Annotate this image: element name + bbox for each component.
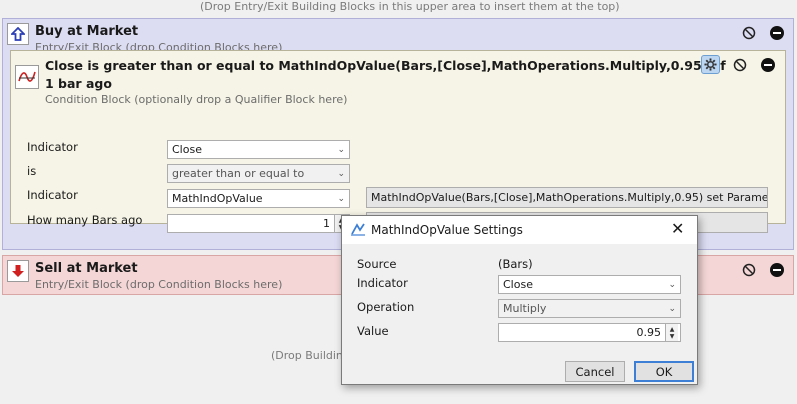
- indicator2-label: Indicator: [27, 188, 78, 202]
- top-drop-hint: (Drop Entry/Exit Building Blocks in this…: [200, 0, 620, 13]
- gear-icon: [704, 58, 717, 71]
- is-label: is: [27, 164, 37, 178]
- value-input[interactable]: 0.95 ▲ ▼: [498, 323, 681, 342]
- sell-arrow-down-icon: [7, 260, 29, 282]
- dialog-app-icon: [350, 222, 366, 239]
- condition-subtitle: Condition Block (optionally drop a Quali…: [45, 93, 348, 106]
- sell-disable-button[interactable]: [739, 260, 758, 279]
- source-label: Source: [357, 257, 397, 271]
- indicator2-select[interactable]: MathIndOpValue ⌄: [167, 189, 350, 208]
- ok-button[interactable]: OK: [634, 361, 694, 382]
- operation-label: Operation: [357, 300, 415, 314]
- chevron-down-icon: ⌄: [337, 168, 345, 179]
- sell-remove-button[interactable]: [767, 260, 786, 279]
- bars-ago-label: How many Bars ago: [27, 213, 143, 227]
- set-parameters-button[interactable]: MathIndOpValue(Bars,[Close],MathOperatio…: [366, 187, 768, 208]
- dialog-titlebar[interactable]: MathIndOpValue Settings ✕: [342, 216, 697, 244]
- chevron-down-icon: ⌄: [668, 303, 676, 314]
- bottom-drop-hint: (Drop Buildin: [271, 349, 343, 362]
- sell-block-title: Sell at Market: [35, 261, 138, 276]
- chevron-down-icon: ⌄: [337, 193, 345, 204]
- source-value: (Bars): [498, 257, 533, 271]
- chevron-down-icon: ⌄: [337, 144, 345, 155]
- condition-settings-button[interactable]: [701, 55, 720, 74]
- comparison-select[interactable]: greater than or equal to ⌄: [167, 164, 350, 183]
- chevron-down-icon: ⌄: [668, 279, 676, 290]
- buy-disable-button[interactable]: [739, 23, 758, 42]
- cancel-button[interactable]: Cancel: [565, 361, 625, 382]
- indicator1-label: Indicator: [27, 140, 78, 154]
- dialog-indicator-label: Indicator: [357, 276, 408, 290]
- indicator1-select[interactable]: Close ⌄: [167, 140, 350, 159]
- value-spinner[interactable]: ▲ ▼: [665, 324, 678, 341]
- bars-ago-input[interactable]: 1 ▲▼: [167, 214, 350, 233]
- buy-arrow-up-icon: [7, 23, 29, 45]
- condition-title-line1: Close is greater than or equal to MathIn…: [45, 58, 726, 73]
- sell-block-subtitle: Entry/Exit Block (drop Condition Blocks …: [35, 278, 283, 291]
- condition-remove-button[interactable]: [758, 55, 777, 74]
- dialog-close-icon[interactable]: ✕: [671, 219, 684, 238]
- buy-remove-button[interactable]: [767, 23, 786, 42]
- dialog-title: MathIndOpValue Settings: [371, 223, 523, 237]
- buy-block-title: Buy at Market: [35, 24, 139, 39]
- operation-select[interactable]: Multiply ⌄: [498, 299, 681, 318]
- condition-disable-button[interactable]: [730, 55, 749, 74]
- dialog-indicator-select[interactable]: Close ⌄: [498, 275, 681, 294]
- value-label: Value: [357, 324, 389, 338]
- settings-dialog[interactable]: MathIndOpValue Settings ✕ Source (Bars) …: [341, 215, 698, 385]
- condition-chart-icon: [15, 65, 39, 89]
- condition-title-line2: 1 bar ago: [45, 76, 112, 91]
